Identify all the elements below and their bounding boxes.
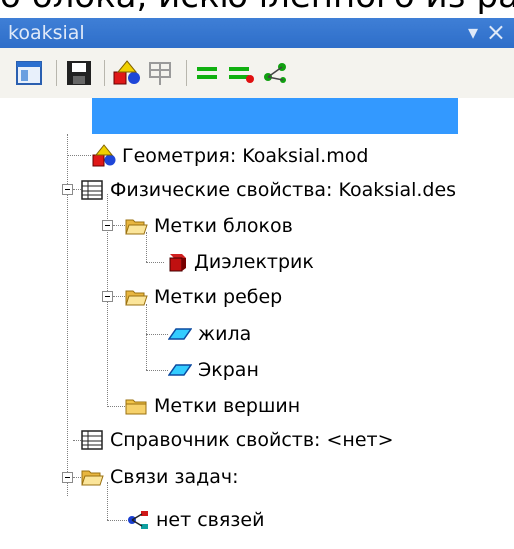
tree-node-label: Справочник свойств: <нет> [110,429,394,451]
folder-open-icon [125,290,148,306]
toolbar-separator [186,60,187,86]
table-icon [81,180,103,200]
tree-node-block-labels[interactable]: Метки блоков [124,208,293,244]
tree-node-reference[interactable]: Справочник свойств: <нет> [80,422,394,458]
tree-node-label: Метки блоков [154,215,293,237]
tree-node-dielectric[interactable]: Диэлектрик [164,244,314,280]
tree-node-label: нет связей [156,509,265,531]
tree-line [107,406,125,408]
equals-icon[interactable] [192,59,222,87]
toolbar [0,48,514,98]
parallelogram-icon [168,328,192,340]
geometry-shapes-icon[interactable] [112,59,142,87]
tree-node-no-links[interactable]: нет связей [126,502,264,538]
tree-line [146,370,168,372]
tree-node-screen[interactable]: Экран [168,352,259,388]
table-icon [81,430,103,450]
cube-icon [169,254,186,272]
tree-line [67,155,91,157]
task-links-icon [128,511,148,529]
tree-node-label: Связи задач: [110,466,239,488]
tree-node-label: Геометрия: Koaksial.mod [122,145,369,167]
geometry-shapes-icon [92,144,116,167]
links-icon[interactable] [260,59,290,87]
project-tree: Геометрия: Koaksial.mod Физические свойс… [0,98,514,549]
equals-red-icon[interactable] [226,59,256,87]
collapse-toggle[interactable] [62,184,73,195]
window-title: koaksial [8,22,85,44]
collapse-toggle[interactable] [62,472,73,483]
tree-node-label: Метки ребер [154,286,283,308]
dropdown-arrow-icon[interactable]: ▾ [468,20,478,44]
tree-line [146,334,168,336]
tree-node-label: жила [198,323,252,345]
window-titlebar: koaksial ▾ × [0,18,514,48]
selected-node-highlight[interactable] [92,98,458,134]
tree-node-label: Метки вершин [154,395,301,417]
tree-node-label: Физические свойства: Koaksial.des [110,179,457,201]
collapse-toggle[interactable] [102,220,113,231]
parallelogram-icon [168,364,192,376]
close-icon[interactable]: × [486,18,506,46]
panel-layout-icon[interactable] [14,59,44,87]
tree-node-task-links[interactable]: Связи задач: [80,459,239,495]
tree-line [107,520,127,522]
tree-node-vertex-labels[interactable]: Метки вершин [124,388,300,424]
tree-node-core[interactable]: жила [168,316,251,352]
toolbar-separator [104,60,105,86]
properties-icon[interactable] [146,59,176,87]
cutoff-text: о блока, искючленного из рас [0,0,514,18]
toolbar-separator [56,60,57,86]
collapse-toggle[interactable] [102,291,113,302]
folder-icon [125,399,147,415]
tree-node-edge-labels[interactable]: Метки ребер [124,279,282,315]
tree-node-label: Диэлектрик [194,251,314,273]
tree-line [146,262,164,264]
tree-node-physics[interactable]: Физические свойства: Koaksial.des [80,172,456,208]
folder-open-icon [81,470,104,486]
folder-open-icon [125,219,148,235]
save-icon[interactable] [64,59,94,87]
tree-node-label: Экран [198,359,259,381]
tree-node-geometry[interactable]: Геометрия: Koaksial.mod [92,138,368,174]
